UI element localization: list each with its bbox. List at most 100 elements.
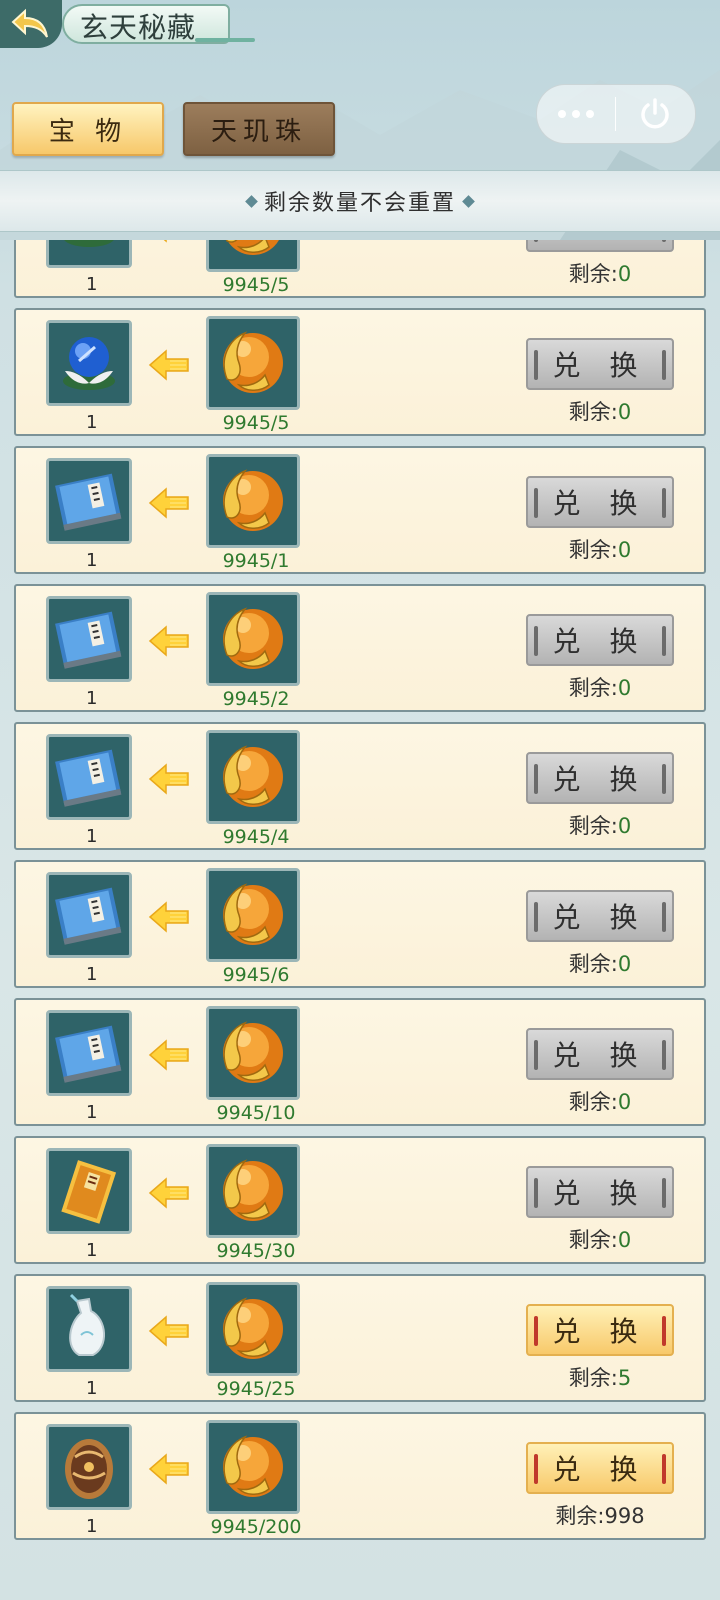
remaining-prefix: 剩余:: [568, 262, 618, 286]
dragon-pearl-icon: [209, 469, 297, 545]
remaining-count: 剩余:0: [526, 1086, 674, 1116]
page-title: 玄天秘藏: [80, 11, 197, 44]
reward-item-slot[interactable]: [46, 1010, 132, 1096]
more-button[interactable]: [537, 85, 615, 143]
exchange-button[interactable]: 兑 换: [526, 476, 674, 528]
remaining-count: 剩余:0: [526, 810, 674, 840]
exchange-arrow-icon: [148, 240, 190, 248]
reward-item-slot[interactable]: [46, 458, 132, 544]
reward-item-slot[interactable]: [46, 1286, 132, 1372]
remaining-prefix: 剩余:: [568, 538, 618, 562]
cost-label: 9945/2: [222, 688, 290, 710]
back-arrow-icon: [11, 8, 48, 38]
cost-item-slot[interactable]: [206, 1144, 300, 1238]
list-item: 1 9945/200 兑 换剩余:998: [14, 1412, 706, 1540]
list-item: 1 9945/5 兑 换剩余:0: [14, 308, 706, 436]
exchange-button[interactable]: 兑 换: [526, 240, 674, 252]
lotus-icon: [49, 240, 129, 265]
cost-label: 9945/5: [222, 412, 290, 434]
exchange-list[interactable]: 19945/5兑 换剩余:019945/5兑 换剩余:019945/1兑 换剩余…: [0, 240, 720, 1600]
reward-quantity: 1: [86, 1378, 98, 1399]
exchange-arrow-icon: [148, 1176, 190, 1214]
remaining-value: 0: [617, 538, 632, 562]
remaining-value: 0: [617, 952, 632, 976]
list-item: 1 9945/4 兑 换剩余:0: [14, 722, 706, 850]
remaining-prefix: 剩余:: [568, 676, 618, 700]
diamond-icon: [462, 194, 475, 208]
exchange-button[interactable]: 兑 换: [526, 1304, 674, 1356]
cost-label: 9945/25: [216, 1378, 296, 1400]
dragon-pearl-icon: [209, 240, 297, 269]
cost-item-slot[interactable]: [206, 240, 300, 272]
cost-item-slot[interactable]: [206, 316, 300, 410]
list-item: 1 9945/6 兑 换剩余:0: [14, 860, 706, 988]
remaining-count: 剩余:0: [526, 258, 674, 288]
reward-quantity: 1: [86, 688, 98, 709]
cost-item-slot[interactable]: [206, 730, 300, 824]
dragon-pearl-icon: [209, 1435, 297, 1511]
exchange-arrow-icon: [148, 762, 190, 800]
reward-quantity: 1: [86, 1240, 98, 1261]
reward-quantity: 1: [86, 274, 98, 295]
cost-label: 9945/30: [216, 1240, 296, 1262]
dragon-egg-icon: [49, 1439, 129, 1507]
tab-treasure[interactable]: 宝 物: [12, 102, 164, 156]
reward-quantity: 1: [86, 964, 98, 985]
remaining-prefix: 剩余:: [568, 1090, 618, 1114]
cost-label: 9945/200: [210, 1516, 302, 1538]
cost-item-slot[interactable]: [206, 1282, 300, 1376]
reward-item-slot[interactable]: [46, 872, 132, 958]
exchange-button[interactable]: 兑 换: [526, 752, 674, 804]
more-dot-icon: [558, 110, 566, 118]
cost-label: 9945/4: [222, 826, 290, 848]
reward-item-slot[interactable]: [46, 1424, 132, 1510]
cost-label: 9945/5: [222, 274, 290, 296]
diamond-icon: [245, 194, 258, 208]
list-item: 1 9945/10 兑 换剩余:0: [14, 998, 706, 1126]
close-button[interactable]: [616, 85, 694, 143]
exchange-button[interactable]: 兑 换: [526, 614, 674, 666]
cost-item-slot[interactable]: [206, 454, 300, 548]
remaining-prefix: 剩余:: [555, 1504, 605, 1528]
cost-item-slot[interactable]: [206, 1420, 300, 1514]
remaining-value: 998: [604, 1504, 645, 1528]
blue-book-icon: [49, 611, 129, 679]
more-dot-icon: [586, 110, 594, 118]
reward-item-slot[interactable]: [46, 320, 132, 406]
dragon-pearl-icon: [209, 1021, 297, 1097]
cost-item-slot[interactable]: [206, 1006, 300, 1100]
list-item: 1 9945/1 兑 换剩余:0: [14, 446, 706, 574]
header-bar: 玄天秘藏: [0, 0, 720, 52]
exchange-arrow-icon: [148, 486, 190, 524]
tab-tianji-pearl[interactable]: 天玑珠: [183, 102, 335, 156]
reward-quantity: 1: [86, 1102, 98, 1123]
reward-quantity: 1: [86, 550, 98, 571]
remaining-value: 0: [617, 1228, 632, 1252]
reward-item-slot[interactable]: [46, 240, 132, 268]
back-button[interactable]: [0, 0, 62, 48]
exchange-button[interactable]: 兑 换: [526, 1442, 674, 1494]
exchange-button[interactable]: 兑 换: [526, 890, 674, 942]
cost-item-slot[interactable]: [206, 592, 300, 686]
dragon-pearl-icon: [209, 607, 297, 683]
list-item: 1 9945/30 兑 换剩余:0: [14, 1136, 706, 1264]
cost-item-slot[interactable]: [206, 868, 300, 962]
exchange-arrow-icon: [148, 348, 190, 386]
reward-item-slot[interactable]: [46, 596, 132, 682]
remaining-value: 5: [617, 1366, 632, 1390]
notice-bar: 剩余数量不会重置: [0, 170, 720, 232]
remaining-count: 剩余:0: [526, 396, 674, 426]
power-icon: [641, 98, 669, 129]
dragon-pearl-icon: [209, 1297, 297, 1373]
blue-book-icon: [49, 749, 129, 817]
reward-quantity: 1: [86, 412, 98, 433]
remaining-count: 剩余:0: [526, 1224, 674, 1254]
reward-item-slot[interactable]: [46, 734, 132, 820]
blue-book-icon: [49, 1025, 129, 1093]
remaining-count: 剩余:0: [526, 948, 674, 978]
exchange-button[interactable]: 兑 换: [526, 1166, 674, 1218]
exchange-button[interactable]: 兑 换: [526, 338, 674, 390]
dragon-pearl-icon: [209, 331, 297, 407]
reward-item-slot[interactable]: [46, 1148, 132, 1234]
exchange-button[interactable]: 兑 换: [526, 1028, 674, 1080]
